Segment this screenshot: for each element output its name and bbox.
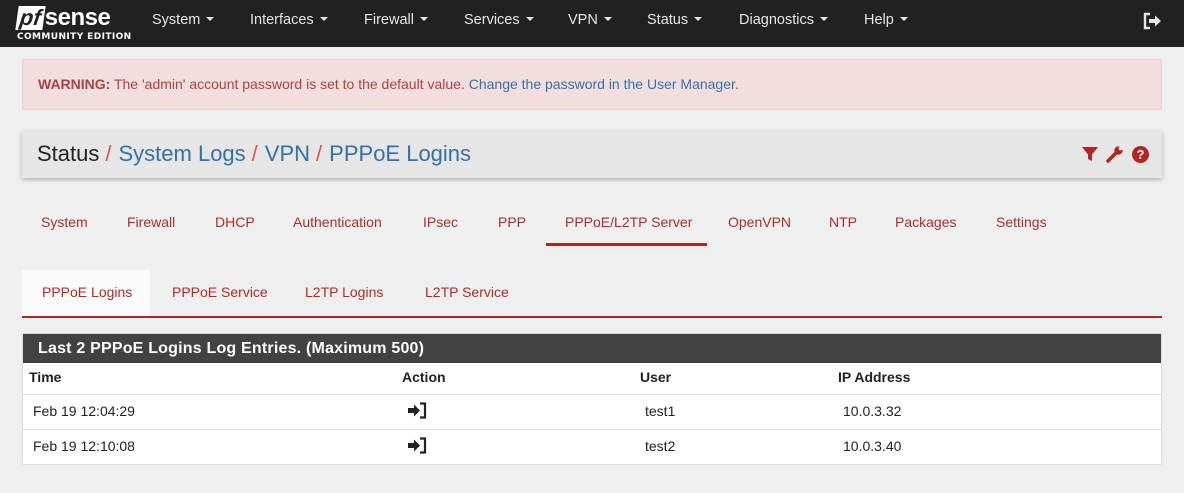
sign-in-icon <box>407 402 427 422</box>
tab-ppp[interactable]: PPP <box>498 214 526 230</box>
log-entries-panel: Last 2 PPPoE Logins Log Entries. (Maximu… <box>22 333 1162 465</box>
caret-down-icon <box>319 17 328 22</box>
cell-time: Feb 19 12:10:08 <box>33 438 135 454</box>
top-navbar: pf sense COMMUNITY EDITION System Interfa… <box>0 0 1184 47</box>
subtab-l2tp-logins[interactable]: L2TP Logins <box>305 284 383 300</box>
column-header-action: Action <box>402 369 446 385</box>
tab-ipsec[interactable]: IPsec <box>423 214 458 230</box>
column-header-time: Time <box>29 369 62 385</box>
subtab-pppoe-service[interactable]: PPPoE Service <box>172 284 268 300</box>
breadcrumb-system-logs[interactable]: System Logs <box>119 141 246 166</box>
tab-packages[interactable]: Packages <box>895 214 956 230</box>
row-divider <box>23 429 1161 430</box>
tab-dhcp[interactable]: DHCP <box>215 214 255 230</box>
caret-down-icon <box>694 17 703 22</box>
nav-firewall[interactable]: Firewall <box>364 0 428 47</box>
nav-help[interactable]: Help <box>864 0 908 47</box>
cell-time: Feb 19 12:04:29 <box>33 403 135 419</box>
tab-system[interactable]: System <box>41 214 88 230</box>
logo-wordmark: pf sense <box>15 4 111 32</box>
caret-down-icon <box>899 17 908 22</box>
breadcrumb-pppoe-logins[interactable]: PPPoE Logins <box>329 141 471 166</box>
active-tab-indicator <box>546 243 707 246</box>
panel-title: Last 2 PPPoE Logins Log Entries. (Maximu… <box>23 334 1161 363</box>
tab-firewall[interactable]: Firewall <box>127 214 175 230</box>
nav-system[interactable]: System <box>152 0 215 47</box>
breadcrumb-status: Status <box>37 141 100 166</box>
sign-in-icon <box>407 437 427 457</box>
breadcrumb-separator: / <box>251 141 258 166</box>
cell-ip-address: 10.0.3.32 <box>843 403 902 419</box>
nav-status[interactable]: Status <box>647 0 703 47</box>
cell-user: test2 <box>645 438 676 454</box>
caret-down-icon <box>525 17 534 22</box>
column-header-user: User <box>640 369 672 385</box>
pfsense-logo[interactable]: pf sense COMMUNITY EDITION <box>15 4 131 44</box>
warning-text: The 'admin' account password is set to t… <box>113 76 465 92</box>
tab-authentication[interactable]: Authentication <box>293 214 382 230</box>
tab-pppoe-l2tp-server[interactable]: PPPoE/L2TP Server <box>565 214 692 230</box>
subtabs-underline <box>22 316 1162 318</box>
header-divider <box>23 394 1161 395</box>
caret-down-icon <box>206 17 215 22</box>
help-icon[interactable]: ? <box>1131 145 1150 164</box>
breadcrumb-separator: / <box>316 141 323 166</box>
breadcrumb: Status / System Logs / VPN / PPPoE Logins ? <box>22 130 1162 178</box>
caret-down-icon <box>819 17 828 22</box>
logo-edition: COMMUNITY EDITION <box>17 32 132 42</box>
svg-text:?: ? <box>1137 147 1145 162</box>
subtab-pppoe-logins[interactable]: PPPoE Logins <box>42 284 132 300</box>
nav-vpn[interactable]: VPN <box>568 0 612 47</box>
nav-diagnostics[interactable]: Diagnostics <box>739 0 828 47</box>
breadcrumb-vpn[interactable]: VPN <box>265 141 310 166</box>
default-password-warning: WARNING: The 'admin' account password is… <box>22 59 1162 110</box>
tab-ntp[interactable]: NTP <box>829 214 857 230</box>
filter-icon[interactable] <box>1081 145 1099 163</box>
cell-user: test1 <box>645 403 676 419</box>
nav-services[interactable]: Services <box>464 0 534 47</box>
user-manager-link[interactable]: Change the password in the User Manager. <box>469 76 739 92</box>
tab-settings[interactable]: Settings <box>996 214 1047 230</box>
breadcrumb-separator: / <box>105 141 112 166</box>
sign-out-icon[interactable] <box>1143 12 1163 30</box>
column-header-ip-address: IP Address <box>838 369 911 385</box>
warning-label: WARNING: <box>38 76 111 92</box>
wrench-icon[interactable] <box>1105 144 1125 164</box>
breadcrumb-actions: ? <box>1081 130 1150 178</box>
tab-openvpn[interactable]: OpenVPN <box>728 214 791 230</box>
caret-down-icon <box>603 17 612 22</box>
caret-down-icon <box>419 17 428 22</box>
nav-interfaces[interactable]: Interfaces <box>250 0 328 47</box>
cell-ip-address: 10.0.3.40 <box>843 438 902 454</box>
subtab-l2tp-service[interactable]: L2TP Service <box>425 284 509 300</box>
